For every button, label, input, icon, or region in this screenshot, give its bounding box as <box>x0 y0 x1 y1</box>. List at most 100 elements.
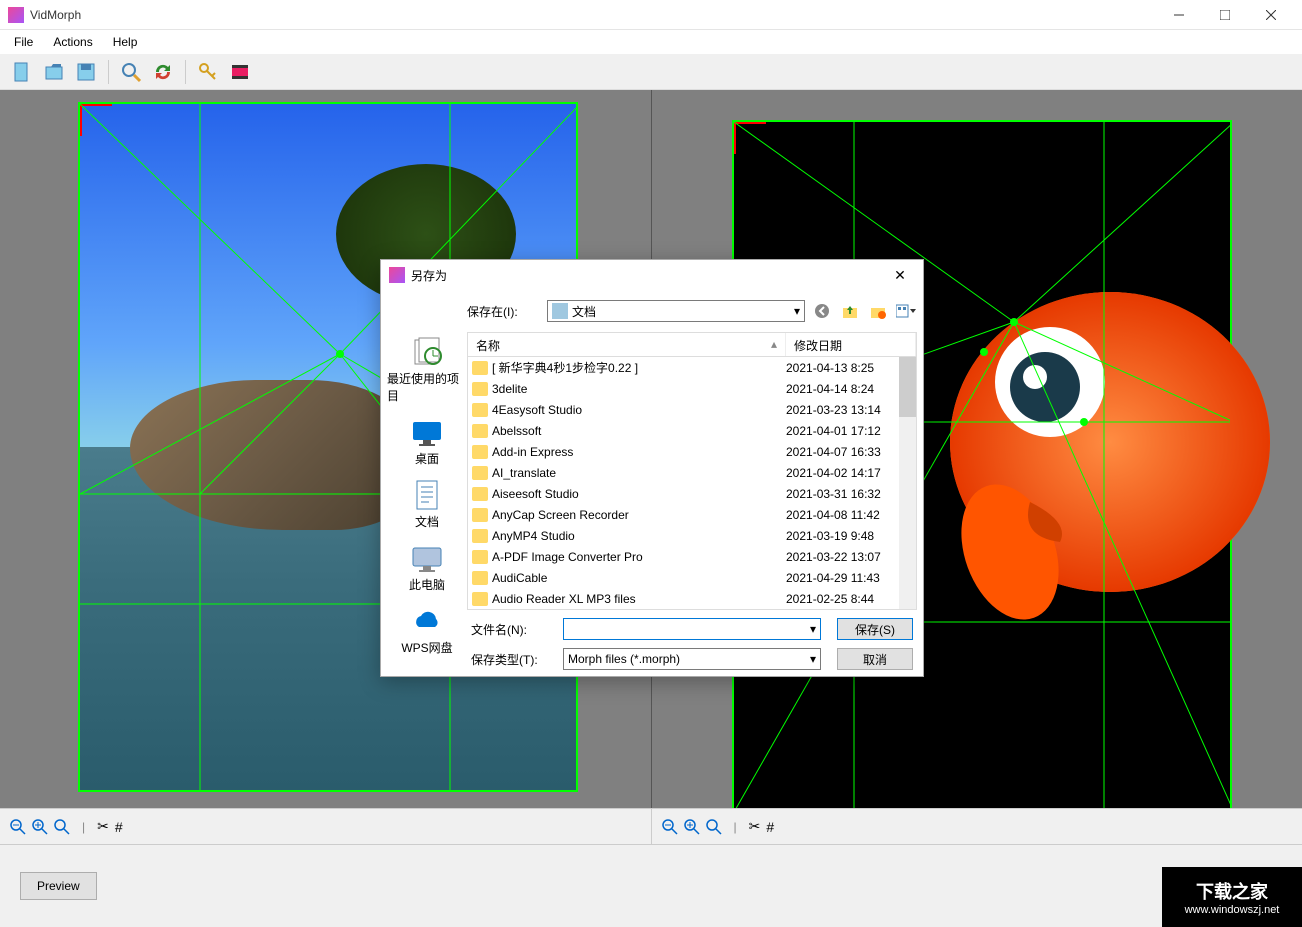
location-toolbar: 保存在(I): 文档 ▾ <box>467 296 917 326</box>
separator <box>185 60 186 84</box>
save-as-dialog: 另存为 ✕ 最近使用的项目 桌面 文档 此电脑 WPS网盘 <box>380 259 924 677</box>
file-name: AnyCap Screen Recorder <box>492 508 786 522</box>
file-row[interactable]: A-PDF Image Converter Pro2021-03-22 13:0… <box>468 546 916 567</box>
sort-indicator: ▴ <box>771 337 777 351</box>
save-button[interactable]: 保存(S) <box>837 618 913 640</box>
col-name[interactable]: 名称 ▴ <box>468 333 786 356</box>
zoom-out-icon[interactable] <box>662 819 678 835</box>
grid-icon[interactable]: # <box>115 819 123 835</box>
dialog-close-button[interactable]: ✕ <box>885 260 915 290</box>
file-name: Aiseesoft Studio <box>492 487 786 501</box>
file-row[interactable]: Add-in Express2021-04-07 16:33 <box>468 441 916 462</box>
file-row[interactable]: AnyCap Screen Recorder2021-04-08 11:42 <box>468 504 916 525</box>
chevron-down-icon: ▾ <box>794 304 800 318</box>
window-controls <box>1156 0 1294 30</box>
scrollbar-thumb[interactable] <box>899 357 916 417</box>
file-name: [ 新华字典4秒1步检字0.22 ] <box>492 359 786 376</box>
zoom-in-icon[interactable] <box>32 819 48 835</box>
folder-icon <box>472 487 488 501</box>
refresh-icon <box>152 61 174 83</box>
place-thispc[interactable]: 此电脑 <box>409 542 445 593</box>
tool-new[interactable] <box>8 58 36 86</box>
file-row[interactable]: AudiCable2021-04-29 11:43 <box>468 567 916 588</box>
maximize-button[interactable] <box>1202 0 1248 30</box>
place-wps[interactable]: WPS网盘 <box>401 605 452 656</box>
document-icon <box>11 61 33 83</box>
zoom-out-icon[interactable] <box>10 819 26 835</box>
place-label: 桌面 <box>415 450 439 467</box>
place-label: WPS网盘 <box>401 639 452 656</box>
zoom-fit-icon[interactable] <box>54 819 70 835</box>
tool-refresh[interactable] <box>149 58 177 86</box>
filetype-label: 保存类型(T): <box>471 651 555 668</box>
minimize-icon <box>1174 10 1184 20</box>
place-recent[interactable]: 最近使用的项目 <box>387 336 467 404</box>
right-pane-toolbar: | ✂ # <box>652 809 1302 844</box>
folder-icon <box>472 529 488 543</box>
location-dropdown[interactable]: 文档 ▾ <box>547 300 805 322</box>
scissors-icon[interactable]: ✂ <box>97 818 109 835</box>
list-rows[interactable]: [ 新华字典4秒1步检字0.22 ]2021-04-13 8:253delite… <box>468 357 916 609</box>
file-name: 3delite <box>492 382 786 396</box>
filetype-dropdown[interactable]: Morph files (*.morph)▾ <box>563 648 821 670</box>
new-folder-icon <box>870 303 886 319</box>
tool-save[interactable] <box>72 58 100 86</box>
cancel-button[interactable]: 取消 <box>837 648 913 670</box>
filename-label: 文件名(N): <box>471 621 555 638</box>
file-row[interactable]: Aiseesoft Studio2021-03-31 16:32 <box>468 483 916 504</box>
menu-help[interactable]: Help <box>103 33 148 51</box>
file-row[interactable]: 3delite2021-04-14 8:24 <box>468 378 916 399</box>
place-documents[interactable]: 文档 <box>411 479 443 530</box>
folder-icon <box>472 592 488 606</box>
dialog-title: 另存为 <box>411 267 885 284</box>
up-button[interactable] <box>839 300 861 322</box>
back-button[interactable] <box>811 300 833 322</box>
col-date[interactable]: 修改日期 <box>786 333 916 356</box>
grid-icon[interactable]: # <box>766 819 774 835</box>
dialog-icon <box>389 267 405 283</box>
menu-file[interactable]: File <box>4 33 43 51</box>
zoom-fit-icon[interactable] <box>706 819 722 835</box>
preview-button[interactable]: Preview <box>20 872 97 900</box>
separator: | <box>82 820 85 834</box>
file-row[interactable]: Abelssoft2021-04-01 17:12 <box>468 420 916 441</box>
recent-icon <box>411 336 443 368</box>
new-folder-button[interactable] <box>867 300 889 322</box>
tool-open[interactable] <box>40 58 68 86</box>
menu-actions[interactable]: Actions <box>43 33 102 51</box>
app-title: VidMorph <box>30 8 1156 22</box>
file-date: 2021-04-14 8:24 <box>786 382 916 396</box>
file-date: 2021-04-13 8:25 <box>786 361 916 375</box>
close-icon <box>1266 10 1276 20</box>
computer-icon <box>411 542 443 574</box>
filename-input[interactable]: ▾ <box>563 618 821 640</box>
dialog-body: 最近使用的项目 桌面 文档 此电脑 WPS网盘 保存在(I): <box>381 290 923 684</box>
save-icon <box>75 61 97 83</box>
file-date: 2021-03-19 9:48 <box>786 529 916 543</box>
file-row[interactable]: AI_translate2021-04-02 14:17 <box>468 462 916 483</box>
tool-movie[interactable] <box>226 58 254 86</box>
file-row[interactable]: AnyMP4 Studio2021-03-19 9:48 <box>468 525 916 546</box>
close-button[interactable] <box>1248 0 1294 30</box>
file-list: 名称 ▴ 修改日期 [ 新华字典4秒1步检字0.22 ]2021-04-13 8… <box>467 332 917 610</box>
folder-icon <box>472 361 488 375</box>
file-row[interactable]: 4Easysoft Studio2021-03-23 13:14 <box>468 399 916 420</box>
scrollbar-track[interactable] <box>899 357 916 609</box>
watermark: 下载之家 www.windowszj.net <box>1162 867 1302 927</box>
file-row[interactable]: [ 新华字典4秒1步检字0.22 ]2021-04-13 8:25 <box>468 357 916 378</box>
file-row[interactable]: Audio Reader XL MP3 files2021-02-25 8:44 <box>468 588 916 609</box>
film-icon <box>229 61 251 83</box>
maximize-icon <box>1220 10 1230 20</box>
minimize-button[interactable] <box>1156 0 1202 30</box>
back-icon <box>814 303 830 319</box>
tool-inspect[interactable] <box>117 58 145 86</box>
scissors-icon[interactable]: ✂ <box>749 818 761 835</box>
file-date: 2021-03-31 16:32 <box>786 487 916 501</box>
location-value: 文档 <box>572 303 794 320</box>
file-date: 2021-04-01 17:12 <box>786 424 916 438</box>
place-desktop[interactable]: 桌面 <box>411 416 443 467</box>
tool-key[interactable] <box>194 58 222 86</box>
file-date: 2021-02-25 8:44 <box>786 592 916 606</box>
zoom-in-icon[interactable] <box>684 819 700 835</box>
view-menu-button[interactable] <box>895 300 917 322</box>
